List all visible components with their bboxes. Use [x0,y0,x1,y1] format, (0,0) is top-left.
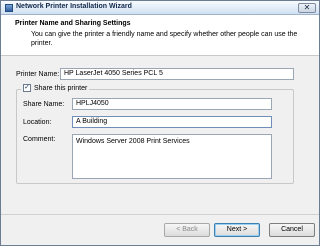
footer-divider [1,214,319,215]
comment-textarea[interactable]: Windows Server 2008 Print Services [72,134,272,179]
window-title: Network Printer Installation Wizard [16,3,132,10]
printer-app-icon [5,4,13,12]
comment-label: Comment: [23,136,56,143]
page-description: You can give the printer a friendly name… [31,31,298,47]
close-button[interactable]: ✕ [298,3,316,13]
cancel-button[interactable]: Cancel [269,223,315,237]
location-label: Location: [23,119,52,126]
printer-name-label: Printer Name: [16,71,60,78]
share-printer-option[interactable]: ✓ Share this printer [21,84,90,92]
share-printer-checkbox[interactable]: ✓ [23,84,31,92]
back-button[interactable]: < Back [164,223,210,237]
wizard-window: Network Printer Installation Wizard ✕ Pr… [0,0,320,246]
share-printer-label: Share this printer [34,84,88,92]
printer-name-input[interactable]: HP LaserJet 4050 Series PCL 5 [60,68,294,80]
share-name-input[interactable]: HPLJ4050 [72,98,272,110]
location-input[interactable]: A Building [72,116,272,128]
title-bar[interactable]: Network Printer Installation Wizard ✕ [1,1,319,15]
page-title: Printer Name and Sharing Settings [15,20,131,27]
share-name-label: Share Name: [23,101,65,108]
next-button[interactable]: Next > [214,223,260,237]
wizard-header: Printer Name and Sharing Settings You ca… [1,15,319,56]
